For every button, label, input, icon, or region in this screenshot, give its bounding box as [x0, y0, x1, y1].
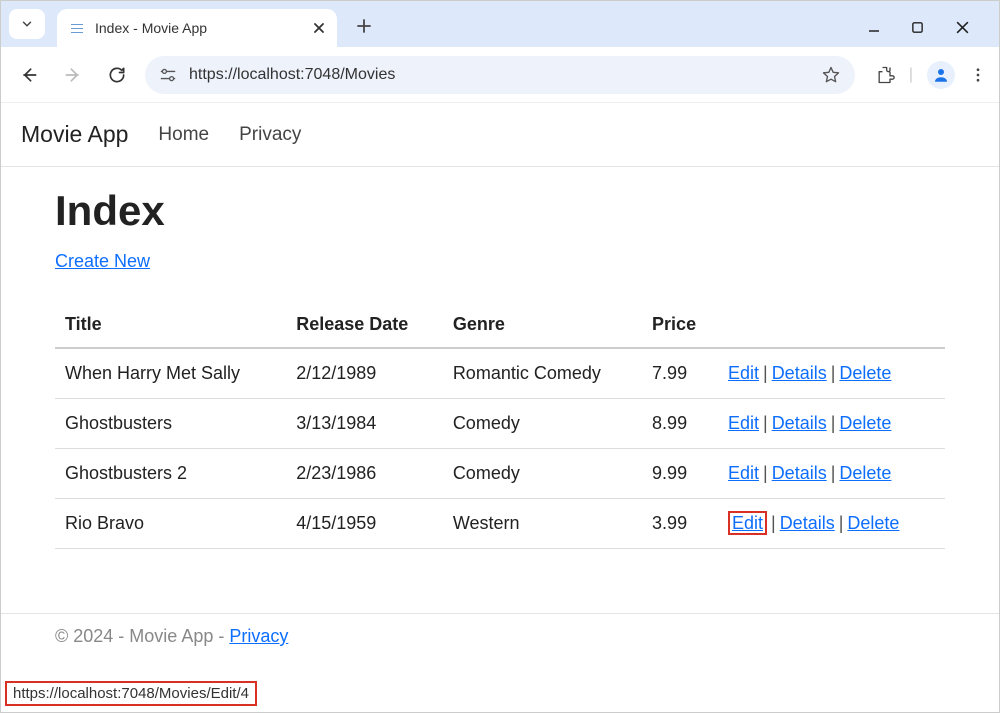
cell-release-date: 4/15/1959: [286, 499, 443, 549]
page-title: Index: [55, 187, 945, 235]
tune-icon: [159, 67, 177, 83]
cell-price: 7.99: [642, 348, 718, 399]
plus-icon: [356, 18, 372, 34]
forward-button[interactable]: [57, 59, 89, 91]
movies-table: Title Release Date Genre Price When Harr…: [55, 302, 945, 549]
col-genre: Genre: [443, 302, 642, 348]
table-row: When Harry Met Sally2/12/1989Romantic Co…: [55, 348, 945, 399]
col-title: Title: [55, 302, 286, 348]
arrow-right-icon: [63, 65, 83, 85]
extensions-button[interactable]: [875, 65, 895, 85]
site-settings-icon[interactable]: [159, 67, 177, 83]
details-link[interactable]: Details: [772, 413, 827, 433]
close-icon: [313, 22, 325, 34]
edit-link[interactable]: Edit: [728, 511, 767, 535]
close-window-button[interactable]: [955, 20, 979, 35]
cell-actions: Edit|Details|Delete: [718, 399, 945, 449]
new-tab-button[interactable]: [349, 11, 379, 41]
cell-title: When Harry Met Sally: [55, 348, 286, 399]
col-price: Price: [642, 302, 718, 348]
delete-link[interactable]: Delete: [839, 363, 891, 383]
menu-button[interactable]: [969, 66, 987, 84]
page-favicon: [69, 20, 85, 36]
app-navbar: Movie App Home Privacy: [1, 103, 999, 167]
cell-title: Ghostbusters 2: [55, 449, 286, 499]
browser-status-bar: https://localhost:7048/Movies/Edit/4: [5, 681, 257, 706]
cell-genre: Western: [443, 499, 642, 549]
browser-toolbar: https://localhost:7048/Movies |: [1, 47, 999, 103]
cell-release-date: 3/13/1984: [286, 399, 443, 449]
cell-genre: Romantic Comedy: [443, 348, 642, 399]
nav-privacy[interactable]: Privacy: [239, 124, 301, 146]
maximize-button[interactable]: [911, 21, 935, 34]
bookmark-button[interactable]: [821, 65, 841, 85]
url-text[interactable]: https://localhost:7048/Movies: [189, 66, 809, 84]
browser-tab[interactable]: Index - Movie App: [57, 9, 337, 47]
page-footer: © 2024 - Movie App - Privacy: [1, 613, 999, 647]
details-link[interactable]: Details: [772, 363, 827, 383]
brand-link[interactable]: Movie App: [21, 121, 128, 148]
cell-price: 8.99: [642, 399, 718, 449]
cell-release-date: 2/12/1989: [286, 348, 443, 399]
close-icon: [955, 20, 970, 35]
cell-title: Ghostbusters: [55, 399, 286, 449]
cell-genre: Comedy: [443, 399, 642, 449]
minimize-icon: [867, 21, 881, 35]
back-button[interactable]: [13, 59, 45, 91]
close-tab-button[interactable]: [313, 22, 325, 34]
edit-link[interactable]: Edit: [728, 463, 759, 483]
cell-actions: Edit|Details|Delete: [718, 499, 945, 549]
window-controls: [867, 20, 999, 35]
table-row: Ghostbusters 22/23/1986Comedy9.99Edit|De…: [55, 449, 945, 499]
footer-text: © 2024 - Movie App -: [55, 626, 229, 646]
nav-home[interactable]: Home: [158, 124, 209, 146]
reload-icon: [107, 65, 127, 85]
tab-search-button[interactable]: [9, 9, 45, 39]
cell-actions: Edit|Details|Delete: [718, 449, 945, 499]
arrow-left-icon: [19, 65, 39, 85]
cell-price: 3.99: [642, 499, 718, 549]
page-content: Movie App Home Privacy Index Create New …: [1, 103, 999, 647]
tab-title: Index - Movie App: [95, 20, 207, 36]
maximize-icon: [911, 21, 924, 34]
table-row: Ghostbusters3/13/1984Comedy8.99Edit|Deta…: [55, 399, 945, 449]
details-link[interactable]: Details: [780, 513, 835, 533]
col-release-date: Release Date: [286, 302, 443, 348]
details-link[interactable]: Details: [772, 463, 827, 483]
cell-release-date: 2/23/1986: [286, 449, 443, 499]
cell-price: 9.99: [642, 449, 718, 499]
chevron-down-icon: [20, 17, 34, 31]
footer-privacy-link[interactable]: Privacy: [229, 626, 288, 646]
create-new-link[interactable]: Create New: [55, 251, 150, 271]
reload-button[interactable]: [101, 59, 133, 91]
edit-link[interactable]: Edit: [728, 363, 759, 383]
star-icon: [821, 65, 841, 85]
cell-actions: Edit|Details|Delete: [718, 348, 945, 399]
address-bar[interactable]: https://localhost:7048/Movies: [145, 56, 855, 94]
puzzle-icon: [875, 65, 895, 85]
col-actions: [718, 302, 945, 348]
delete-link[interactable]: Delete: [847, 513, 899, 533]
minimize-button[interactable]: [867, 21, 891, 35]
delete-link[interactable]: Delete: [839, 463, 891, 483]
edit-link[interactable]: Edit: [728, 413, 759, 433]
delete-link[interactable]: Delete: [839, 413, 891, 433]
table-row: Rio Bravo4/15/1959Western3.99Edit|Detail…: [55, 499, 945, 549]
profile-button[interactable]: [927, 61, 955, 89]
kebab-icon: [969, 66, 987, 84]
cell-genre: Comedy: [443, 449, 642, 499]
cell-title: Rio Bravo: [55, 499, 286, 549]
person-icon: [932, 66, 950, 84]
browser-title-bar: Index - Movie App: [1, 1, 999, 47]
